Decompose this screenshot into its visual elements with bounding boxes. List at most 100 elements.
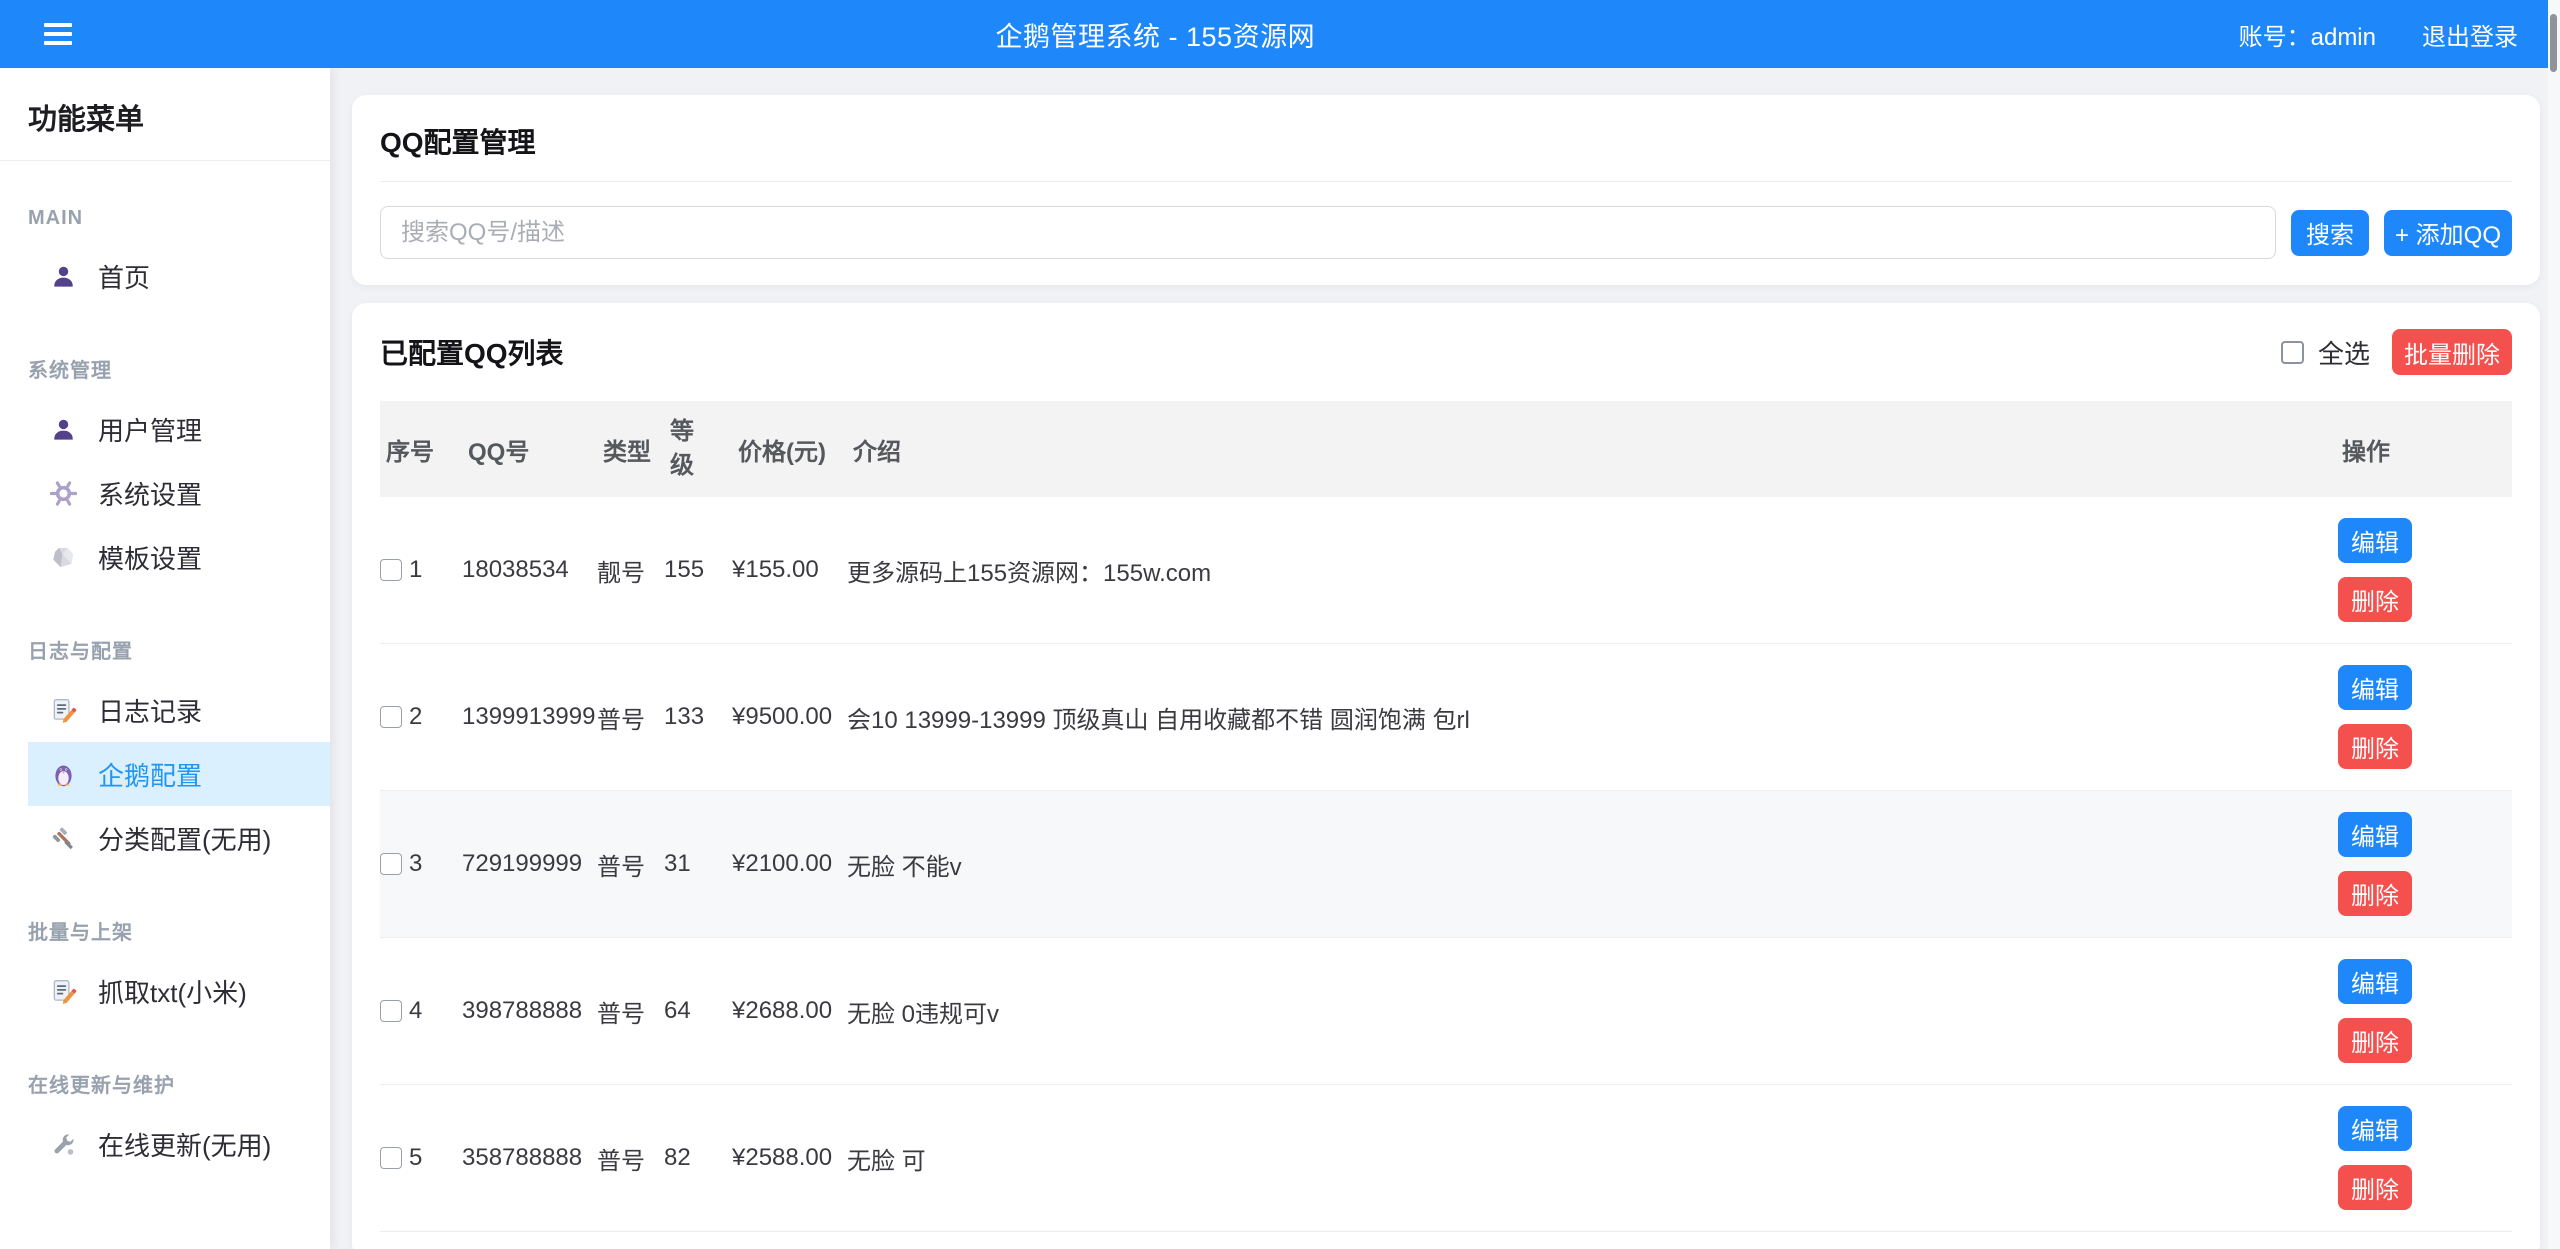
logout-link[interactable]: 退出登录 [2422, 17, 2518, 52]
column-header: 价格(元) [732, 432, 847, 467]
hamburger-menu-icon[interactable] [44, 18, 72, 51]
column-header: 操作 [2336, 432, 2512, 467]
row-select-cell: 1 [380, 556, 462, 584]
wrench-icon [50, 1131, 77, 1158]
column-header-label: 序号 [386, 439, 434, 466]
row-level: 133 [664, 703, 732, 731]
delete-button[interactable]: 删除 [2338, 871, 2412, 916]
row-qq: 18038534 [462, 556, 597, 584]
row-actions: 编辑删除 [2336, 1106, 2512, 1210]
sidebar-section-label: 批量与上架 [28, 916, 302, 945]
table-row: 3729199999普号31¥2100.00无脸 不能v编辑删除 [380, 791, 2512, 938]
batch-delete-button[interactable]: 批量删除 [2392, 329, 2512, 375]
edit-button[interactable]: 编辑 [2338, 959, 2412, 1004]
app-title: 企鹅管理系统 - 155资源网 [72, 15, 2239, 54]
column-header: 类型 [597, 432, 664, 467]
row-actions: 编辑删除 [2336, 518, 2512, 622]
scrollbar-track[interactable] [2548, 0, 2560, 1249]
sidebar-item-template-settings[interactable]: 模板设置 [28, 525, 330, 589]
row-level: 155 [664, 556, 732, 584]
delete-button[interactable]: 删除 [2338, 1165, 2412, 1210]
sidebar-item-penguin-config[interactable]: 企鹅配置 [28, 742, 330, 806]
row-level: 64 [664, 997, 732, 1025]
memo-icon [50, 978, 77, 1005]
sidebar-item-grab-txt[interactable]: 抓取txt(小米) [28, 959, 330, 1023]
column-header-label: 价格(元) [738, 439, 826, 466]
sidebar-item-home[interactable]: 首页 [28, 244, 330, 308]
row-checkbox[interactable] [380, 1000, 402, 1022]
edit-button[interactable]: 编辑 [2338, 518, 2412, 563]
column-header: 序号 [380, 432, 462, 467]
sidebar-section-label: 日志与配置 [28, 635, 302, 664]
row-qq: 1399913999 [462, 703, 597, 731]
table-row: 118038534靓号155¥155.00更多源码上155资源网：155w.co… [380, 497, 2512, 644]
row-index: 2 [409, 703, 422, 731]
list-header: 已配置QQ列表 全选 批量删除 [380, 329, 2512, 375]
row-select-cell: 2 [380, 703, 462, 731]
table-row: 5358788888普号82¥2588.00无脸 可编辑删除 [380, 1085, 2512, 1232]
sidebar-item-label: 用户管理 [98, 411, 202, 448]
select-all-checkbox[interactable] [2281, 341, 2304, 364]
column-header-label: 类型 [603, 439, 651, 466]
row-index: 4 [409, 997, 422, 1025]
list-header-actions: 全选 批量删除 [2281, 329, 2512, 375]
search-row: 搜索 + 添加QQ [380, 206, 2512, 259]
row-type: 普号 [597, 994, 664, 1029]
row-desc: 会10 13999-13999 顶级真山 自用收藏都不错 圆润饱满 包rl [847, 700, 2336, 735]
row-price: ¥155.00 [732, 556, 847, 584]
sidebar-title: 功能菜单 [0, 68, 330, 160]
delete-button[interactable]: 删除 [2338, 577, 2412, 622]
sidebar-item-label: 系统设置 [98, 475, 202, 512]
memo-icon [50, 697, 77, 724]
sidebar-item-online-update[interactable]: 在线更新(无用) [28, 1112, 330, 1176]
sidebar-section-label: 系统管理 [28, 354, 302, 383]
user-icon [50, 263, 77, 290]
column-header-label: 等级 [670, 415, 697, 482]
row-level: 31 [664, 850, 732, 878]
edit-button[interactable]: 编辑 [2338, 812, 2412, 857]
sidebar-item-user-management[interactable]: 用户管理 [28, 397, 330, 461]
row-level: 82 [664, 1144, 732, 1172]
penguin-icon [50, 761, 77, 788]
row-checkbox[interactable] [380, 706, 402, 728]
sidebar-item-log-records[interactable]: 日志记录 [28, 678, 330, 742]
row-checkbox[interactable] [380, 559, 402, 581]
sidebar-item-label: 在线更新(无用) [98, 1126, 271, 1163]
column-header: 等级 [664, 415, 732, 482]
sidebar-item-label: 企鹅配置 [98, 756, 202, 793]
scrollbar-thumb[interactable] [2550, 14, 2557, 72]
row-checkbox[interactable] [380, 1147, 402, 1169]
add-qq-button[interactable]: + 添加QQ [2384, 210, 2512, 256]
column-header-label: 介绍 [853, 439, 901, 466]
row-price: ¥2588.00 [732, 1144, 847, 1172]
table-header-row: 序号QQ号类型等级价格(元)介绍操作 [380, 401, 2512, 497]
search-input[interactable] [380, 206, 2276, 259]
config-card-title: QQ配置管理 [380, 121, 2512, 161]
row-desc: 无脸 不能v [847, 847, 2336, 882]
tools-icon [50, 825, 77, 852]
delete-button[interactable]: 删除 [2338, 1018, 2412, 1063]
edit-button[interactable]: 编辑 [2338, 665, 2412, 710]
list-card-title: 已配置QQ列表 [380, 332, 564, 372]
sidebar-item-category-config[interactable]: 分类配置(无用) [28, 806, 330, 870]
sidebar-item-system-settings[interactable]: 系统设置 [28, 461, 330, 525]
row-select-cell: 4 [380, 997, 462, 1025]
row-index: 5 [409, 1144, 422, 1172]
user-icon [50, 416, 77, 443]
sidebar-item-label: 模板设置 [98, 539, 202, 576]
row-actions: 编辑删除 [2336, 665, 2512, 769]
sidebar-nav: MAIN 首页系统管理用户管理系统设置模板设置日志与配置日志记录企鹅配置分类配置(… [0, 207, 330, 1176]
table-row: 4398788888普号64¥2688.00无脸 0违规可v编辑删除 [380, 938, 2512, 1085]
row-checkbox[interactable] [380, 853, 402, 875]
sidebar-section-label: MAIN [28, 207, 302, 230]
search-button[interactable]: 搜索 [2291, 210, 2369, 256]
row-type: 普号 [597, 1141, 664, 1176]
edit-button[interactable]: 编辑 [2338, 1106, 2412, 1151]
row-type: 普号 [597, 847, 664, 882]
delete-button[interactable]: 删除 [2338, 724, 2412, 769]
sidebar-item-label: 分类配置(无用) [98, 820, 271, 857]
sidebar-section-label: 在线更新与维护 [28, 1069, 302, 1098]
row-price: ¥9500.00 [732, 703, 847, 731]
select-all-label: 全选 [2318, 334, 2370, 371]
row-actions: 编辑删除 [2336, 959, 2512, 1063]
